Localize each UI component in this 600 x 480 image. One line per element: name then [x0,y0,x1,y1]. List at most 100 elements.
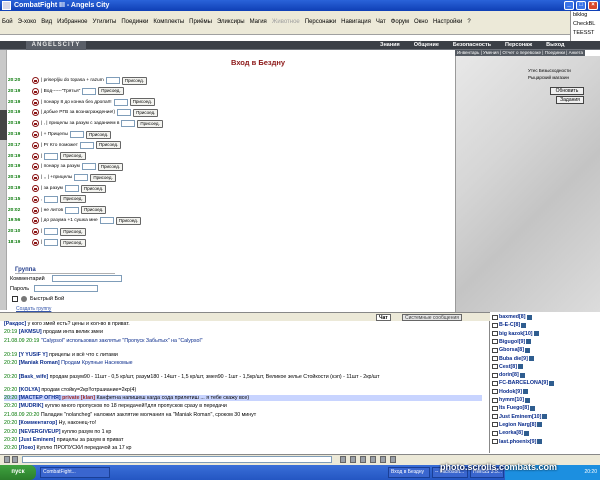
user-info-icon[interactable] [528,356,534,361]
user-name[interactable]: dorin[8] [499,372,519,378]
refresh-button[interactable]: Обновить [550,87,584,95]
battle-input[interactable] [81,163,96,171]
menu-item[interactable]: Комплекты [153,19,184,25]
user-info-icon[interactable] [522,389,528,395]
user-row[interactable]: Its Fuego[8] [492,404,536,412]
user-info-icon[interactable] [533,331,539,337]
menu-item[interactable]: ? [467,19,470,25]
user-info-icon[interactable] [525,347,531,353]
chat-sender[interactable]: [AKMSU] [19,329,42,335]
join-button[interactable]: Присоед. [95,141,122,150]
user-name[interactable]: baxmed[8] [499,314,526,320]
join-button[interactable]: Присоед. [133,108,159,117]
settings-icon[interactable] [390,456,396,463]
battle-input[interactable] [121,120,136,128]
smiles-icon[interactable] [350,456,356,463]
taskbar-item[interactable]: Вход в Бездну [388,467,430,478]
join-button[interactable]: Присоед. [129,98,155,107]
user-info-icon[interactable] [523,430,529,436]
user-row[interactable]: big kazok[10] [492,330,539,338]
user-row[interactable]: FC-BARCELONA[9] [492,379,555,387]
join-button[interactable]: Присоед. [60,195,86,204]
battle-input[interactable] [105,77,120,84]
menu-item[interactable]: Э-хоко [18,19,37,25]
battle-input[interactable] [69,131,84,138]
shop-link-2[interactable]: Рыцарский магазин [528,75,569,80]
user-name[interactable]: Gborsa[8] [499,347,524,353]
menu-item[interactable]: Поединки [121,19,148,25]
chat-sender[interactable]: [Комментатор] [19,420,57,426]
send-icon[interactable] [340,456,346,463]
menu-item[interactable]: Бой [2,19,13,25]
user-row[interactable]: Bigugol[9] [492,338,532,346]
top-nav-item[interactable]: Знания [380,41,400,50]
join-button[interactable]: Присоед. [97,162,124,171]
user-row[interactable]: Cest[8] [492,363,523,371]
user-info-icon[interactable] [519,372,525,378]
user-name[interactable]: Legion Narg[8] [499,422,536,428]
battle-input[interactable] [82,87,97,95]
user-info-icon[interactable] [530,405,536,411]
user-row[interactable]: baxmed[8] [492,313,532,321]
user-name[interactable]: big kazok[10] [499,331,533,337]
user-info-icon[interactable] [537,439,543,444]
join-button[interactable]: Присоед. [60,152,86,161]
menu-item[interactable]: Вид [41,19,52,25]
user-info-icon[interactable] [526,314,532,320]
chat-sender[interactable]: [NEVERGIVEUP] [19,429,61,435]
join-button[interactable]: Присоед. [60,238,86,247]
user-info-icon[interactable] [542,414,548,420]
menu-item[interactable]: Магия [250,19,267,25]
minimize-button[interactable]: _ [564,1,574,10]
user-name[interactable]: B-E-C[8] [499,322,520,328]
chat-sender[interactable]: [KOLYA] [19,387,40,393]
user-row[interactable]: Just Eminem[10] [492,413,548,421]
user-name[interactable]: FC-BARCELONA[9] [499,380,548,386]
user-row[interactable]: dorin[8] [492,371,525,379]
join-button[interactable]: Присоед. [115,216,142,225]
menu-item[interactable]: Животное [272,19,300,25]
user-row[interactable]: Hodok[9] [492,388,528,396]
join-button[interactable]: Присоед. [80,184,107,193]
right-panel-item[interactable]: CheckBL [573,20,600,29]
sound-icon[interactable] [380,456,386,463]
chat-sender[interactable]: [Локо] [19,445,35,451]
battle-input[interactable] [79,141,94,149]
right-panel-item[interactable]: TEESST [573,29,600,38]
top-nav-item[interactable]: Безопасность [453,41,491,50]
menu-item[interactable]: Эликсиры [217,19,245,25]
user-name[interactable]: Buba die[9] [499,356,528,362]
user-info-icon[interactable] [549,380,555,386]
join-button[interactable]: Присоед. [60,227,86,236]
top-nav-item[interactable]: Персонаж [505,41,532,50]
password-input[interactable] [34,285,98,292]
user-row[interactable]: B-E-C[8] [492,321,527,329]
menu-item[interactable]: Утилиты [93,19,117,25]
tasks-button[interactable]: Задания [556,96,584,104]
user-row[interactable]: Leorka[8] [492,429,529,437]
join-button[interactable]: Присоед. [137,119,163,128]
top-nav-item[interactable]: Выход [546,41,564,50]
chat-input[interactable] [22,456,332,463]
user-name[interactable]: Its Fuego[8] [499,405,529,411]
user-name[interactable]: Just Eminem[10] [499,414,541,420]
user-info-icon[interactable] [525,397,531,403]
user-row[interactable]: Legion Narg[8] [492,421,543,429]
clear-chat-icon[interactable] [12,456,18,463]
battle-input[interactable] [99,217,114,225]
user-name[interactable]: Bigugol[9] [499,339,525,345]
join-button[interactable]: Присоед. [121,76,148,85]
menu-item[interactable]: Окно [414,19,428,25]
tab-chat[interactable]: Чат [376,314,391,321]
chat-sender[interactable]: [МАСТЕР ОГНЯ] [19,395,61,401]
comment-input[interactable] [52,275,122,282]
battle-input[interactable] [65,206,80,214]
menu-item[interactable]: Настройки [433,19,462,25]
chat-sender[interactable]: [MUDRIK] [19,403,44,409]
user-name[interactable]: last.phoenix[9] [499,439,536,445]
user-row[interactable]: hymm[10] [492,396,531,404]
menu-item[interactable]: Приёмы [189,19,212,25]
user-row[interactable]: Gborsa[8] [492,346,531,354]
chat-sender[interactable]: [Y YUSIF Y] [19,352,48,358]
battle-input[interactable] [44,195,59,203]
